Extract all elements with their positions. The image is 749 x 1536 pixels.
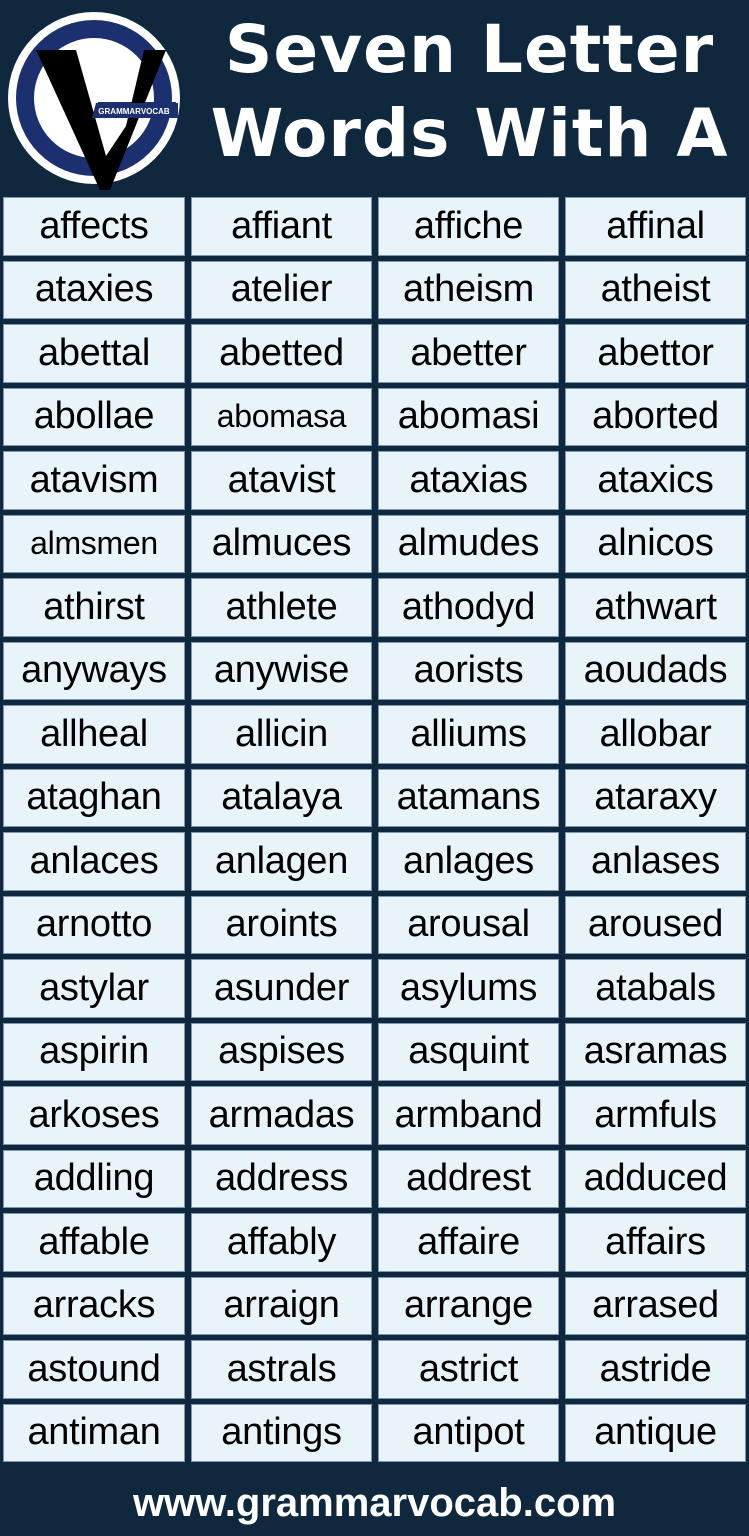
word-cell: anywise xyxy=(191,641,372,700)
footer-url: www.grammarvocab.com xyxy=(132,1481,617,1525)
word-cell: atavist xyxy=(191,451,372,510)
word-cell: abomasa xyxy=(191,387,372,446)
word-cell: asramas xyxy=(565,1022,746,1081)
word-cell: asunder xyxy=(191,959,372,1018)
word-cell: aroused xyxy=(565,895,746,954)
word-cell: antipot xyxy=(378,1403,559,1462)
word-cell: athwart xyxy=(565,578,746,637)
logo-text: GRAMMARVOCAB xyxy=(98,107,170,116)
word-cell: abetted xyxy=(191,324,372,383)
word-cell: arnotto xyxy=(3,895,185,954)
word-cell: ataxics xyxy=(565,451,746,510)
word-cell: aspises xyxy=(191,1022,372,1081)
word-cell: aborted xyxy=(565,387,746,446)
title-line-2: Words With A xyxy=(210,95,729,172)
word-cell: abetter xyxy=(378,324,559,383)
word-cell: affects xyxy=(3,197,185,256)
word-cell: astrals xyxy=(191,1340,372,1399)
word-cell: aorists xyxy=(378,641,559,700)
word-cell: affaire xyxy=(378,1213,559,1272)
word-cell: asylums xyxy=(378,959,559,1018)
word-cell: allicin xyxy=(191,705,372,764)
word-cell: abollae xyxy=(3,387,185,446)
word-cell: athodyd xyxy=(378,578,559,637)
word-cell: astrict xyxy=(378,1340,559,1399)
word-cell: anyways xyxy=(3,641,185,700)
word-cell: arrased xyxy=(565,1276,746,1335)
word-cell: astride xyxy=(565,1340,746,1399)
word-cell: athlete xyxy=(191,578,372,637)
word-cell: antiman xyxy=(3,1403,185,1462)
word-cell: almudes xyxy=(378,514,559,573)
word-cell: almuces xyxy=(191,514,372,573)
word-cell: alnicos xyxy=(565,514,746,573)
word-cell: aroints xyxy=(191,895,372,954)
word-cell: atelier xyxy=(191,260,372,319)
word-cell: ataxias xyxy=(378,451,559,510)
word-cell: alliums xyxy=(378,705,559,764)
word-cell: atheist xyxy=(565,260,746,319)
word-cell: almsmen xyxy=(3,514,185,573)
word-cell: affably xyxy=(191,1213,372,1272)
word-cell: affiant xyxy=(191,197,372,256)
word-cell: allobar xyxy=(565,705,746,764)
word-cell: atabals xyxy=(565,959,746,1018)
word-cell: abettal xyxy=(3,324,185,383)
word-cell: armadas xyxy=(191,1086,372,1145)
word-cell: anlases xyxy=(565,832,746,891)
word-cell: arkoses xyxy=(3,1086,185,1145)
word-cell: anlagen xyxy=(191,832,372,891)
word-cell: affairs xyxy=(565,1213,746,1272)
word-cell: astound xyxy=(3,1340,185,1399)
word-cell: astylar xyxy=(3,959,185,1018)
word-cell: abettor xyxy=(565,324,746,383)
word-cell: allheal xyxy=(3,705,185,764)
word-cell: adduced xyxy=(565,1149,746,1208)
word-grid: affects affiant affiche affinal ataxies ateli… xyxy=(3,197,746,1462)
word-cell: arraign xyxy=(191,1276,372,1335)
word-cell: affable xyxy=(3,1213,185,1272)
word-cell: aspirin xyxy=(3,1022,185,1081)
word-cell: ataxies xyxy=(3,260,185,319)
word-cell: arrange xyxy=(378,1276,559,1335)
word-cell: armfuls xyxy=(565,1086,746,1145)
word-cell: anlaces xyxy=(3,832,185,891)
word-cell: addrest xyxy=(378,1149,559,1208)
word-cell: antings xyxy=(191,1403,372,1462)
grammarvocab-logo-icon: GRAMMARVOCAB xyxy=(6,6,182,190)
word-cell: asquint xyxy=(378,1022,559,1081)
word-cell: anlages xyxy=(378,832,559,891)
word-cell: armband xyxy=(378,1086,559,1145)
word-cell: arracks xyxy=(3,1276,185,1335)
page-title: Seven Letter Words With A xyxy=(190,8,749,176)
word-cell: aoudads xyxy=(565,641,746,700)
word-cell: abomasi xyxy=(378,387,559,446)
word-cell: atamans xyxy=(378,768,559,827)
title-line-1: Seven Letter xyxy=(224,11,715,88)
word-cell: ataghan xyxy=(3,768,185,827)
word-cell: address xyxy=(191,1149,372,1208)
word-cell: atavism xyxy=(3,451,185,510)
word-cell: atheism xyxy=(378,260,559,319)
word-cell: arousal xyxy=(378,895,559,954)
word-cell: antique xyxy=(565,1403,746,1462)
word-cell: atalaya xyxy=(191,768,372,827)
word-cell: affiche xyxy=(378,197,559,256)
word-cell: athirst xyxy=(3,578,185,637)
word-cell: affinal xyxy=(565,197,746,256)
word-cell: addling xyxy=(3,1149,185,1208)
word-cell: ataraxy xyxy=(565,768,746,827)
